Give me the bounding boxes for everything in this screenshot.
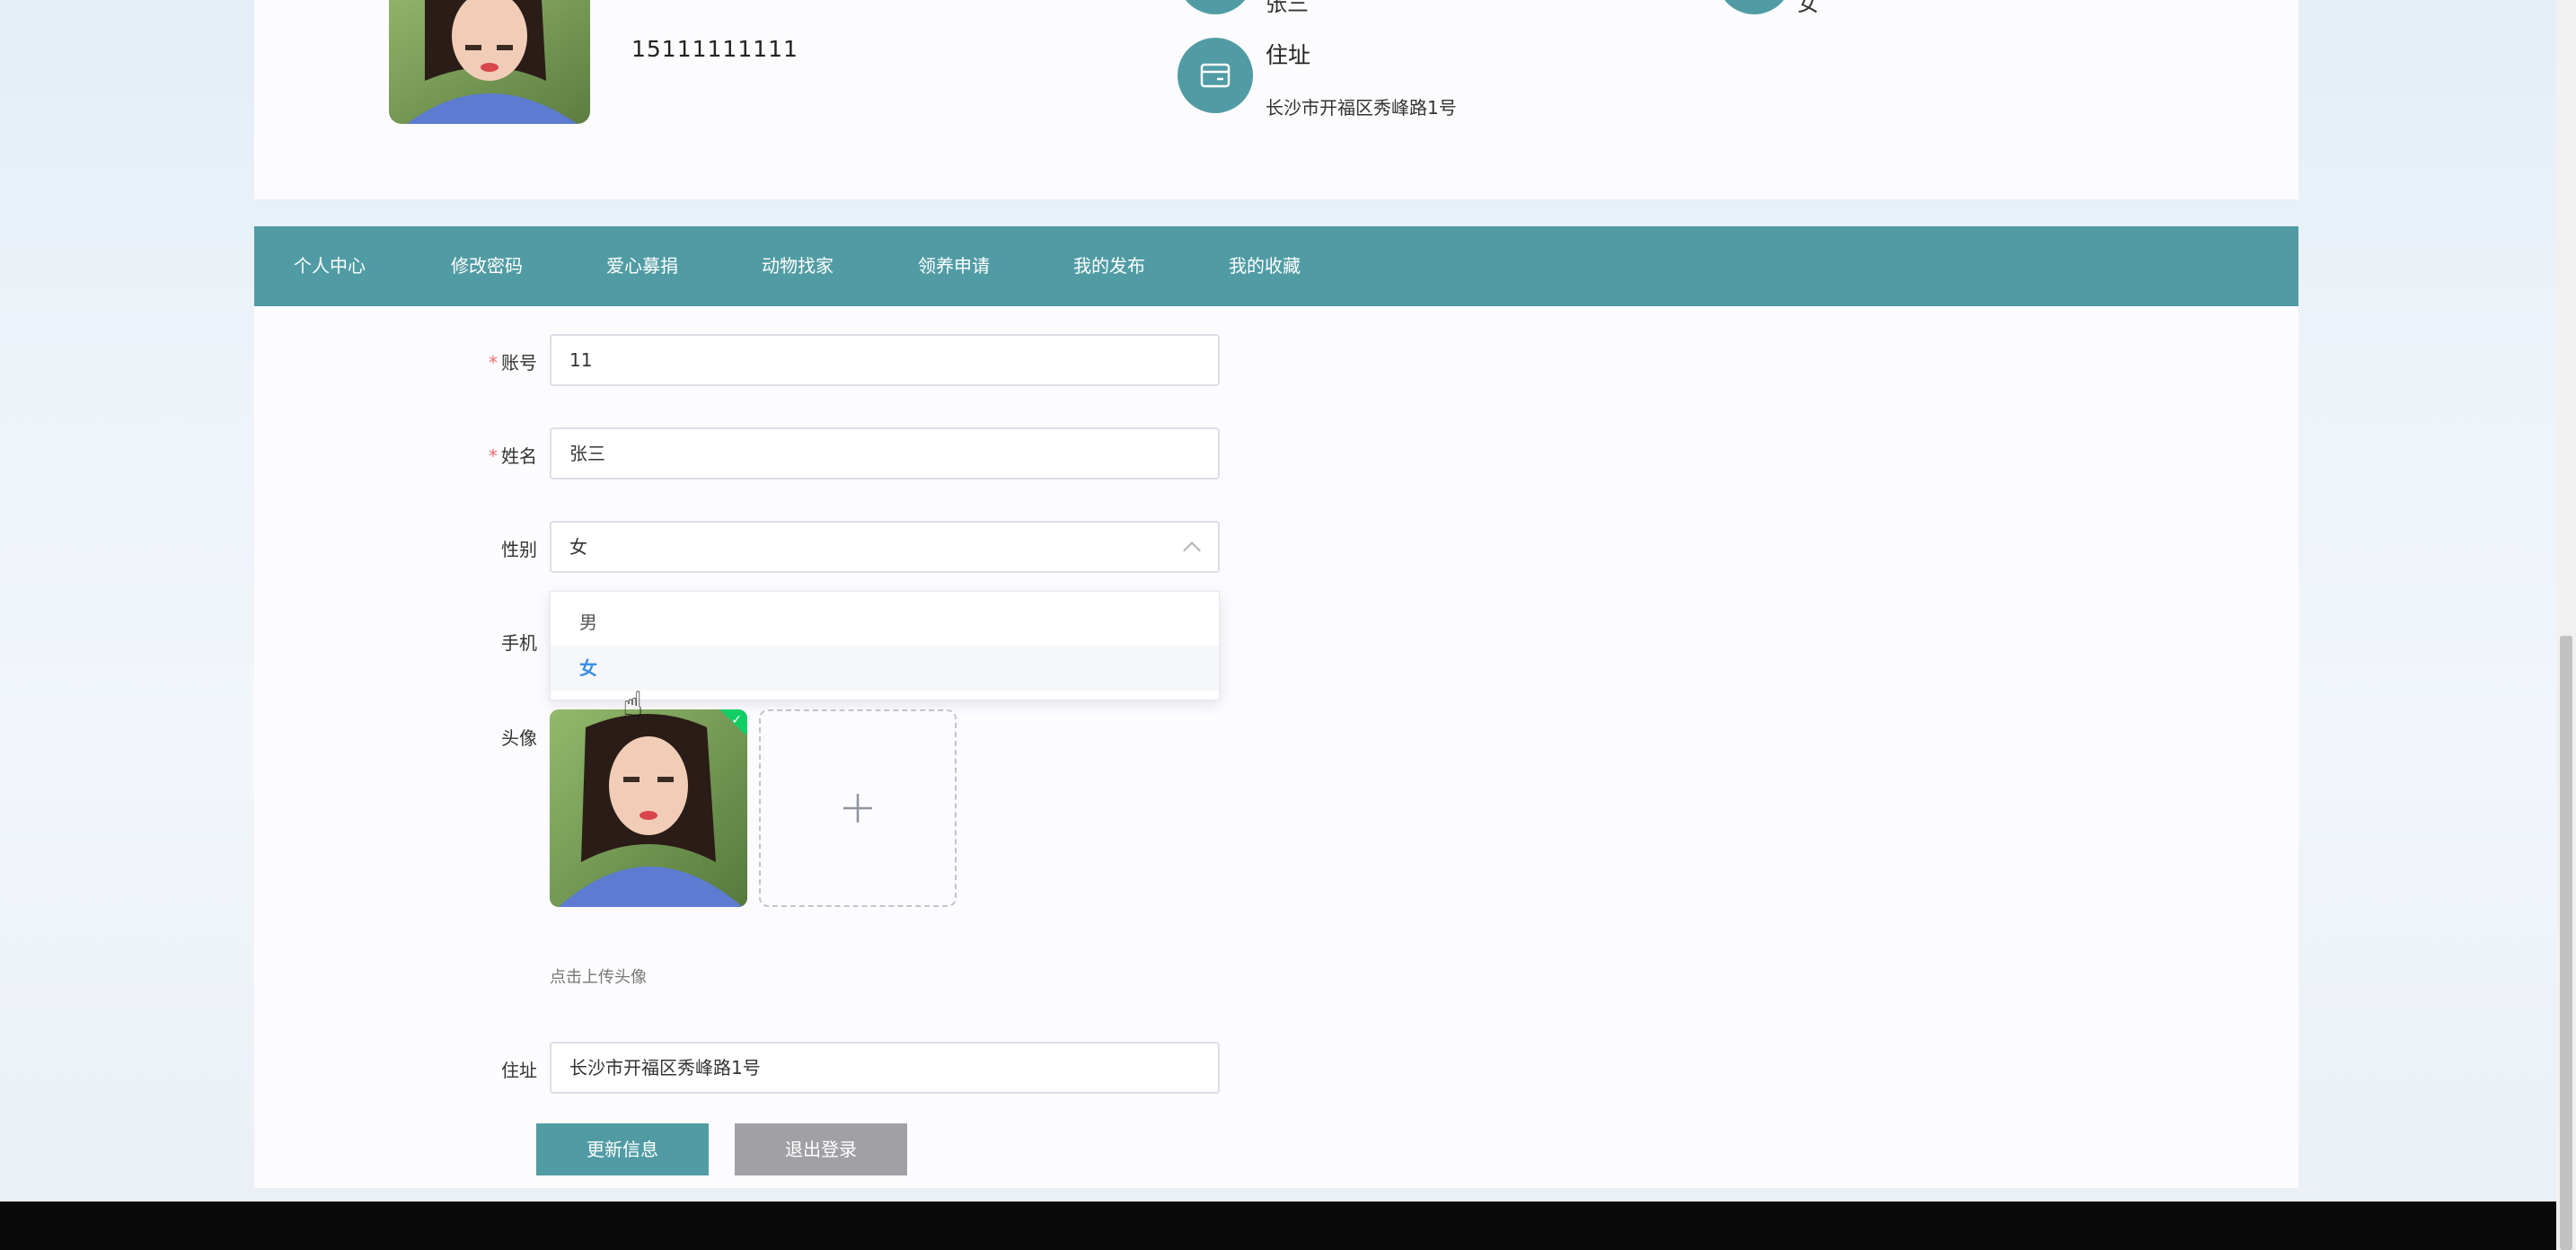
tab-my-favorites[interactable]: 我的收藏 [1229,226,1301,306]
check-icon: ✓ [731,713,742,727]
wallet-icon [1178,38,1253,113]
profile-address-label: 住址 [1266,42,1311,68]
upload-avatar-button[interactable] [759,709,957,907]
profile-phone: 15111111111 [631,36,798,62]
profile-gender: 女 [1797,0,1819,16]
bottom-bar [0,1202,2576,1250]
account-input[interactable]: 11 [550,334,1220,386]
gender-option-female[interactable]: 女 [551,646,1219,691]
gender-select-value: 女 [569,536,587,558]
gender-label: 性别 [501,539,537,560]
avatar-thumbnail[interactable]: ✓ [550,709,747,907]
tab-my-posts[interactable]: 我的发布 [1073,226,1145,306]
upload-tip: 点击上传头像 [550,968,647,987]
logout-button[interactable]: 退出登录 [735,1123,907,1175]
name-input[interactable]: 张三 [550,427,1220,480]
address-input[interactable]: 长沙市开福区秀峰路1号 [550,1042,1220,1094]
scrollbar-thumb[interactable] [2560,636,2572,1250]
plus-icon [843,794,872,823]
required-mark: * [489,445,498,467]
gender-select[interactable]: 女 [550,521,1220,573]
name-label: * 姓名 [489,445,537,467]
gender-option-male[interactable]: 男 [551,600,1219,645]
tab-donation[interactable]: 爱心募捐 [606,226,678,306]
address-label: 住址 [501,1060,537,1081]
profile-avatar [389,0,590,124]
tab-change-password[interactable]: 修改密码 [451,226,523,306]
avatar-label: 头像 [501,727,537,749]
update-info-button[interactable]: 更新信息 [536,1123,709,1175]
gender-dropdown: 男 女 [550,591,1220,700]
account-label: * 账号 [489,352,537,374]
phone-label: 手机 [501,632,537,654]
hand-cursor-icon: ☝ [622,684,644,724]
tab-pet-adoption[interactable]: 动物找家 [762,226,834,306]
profile-name: 张三 [1266,0,1309,16]
profile-address-value: 长沙市开福区秀峰路1号 [1266,97,1457,119]
tab-personal-center[interactable]: 个人中心 [294,226,366,306]
profile-nav: 个人中心 修改密码 爱心募捐 动物找家 领养申请 我的发布 我的收藏 [254,226,2298,306]
required-mark: * [489,352,498,374]
tab-adoption-application[interactable]: 领养申请 [918,226,990,306]
chevron-up-icon [1183,541,1201,559]
